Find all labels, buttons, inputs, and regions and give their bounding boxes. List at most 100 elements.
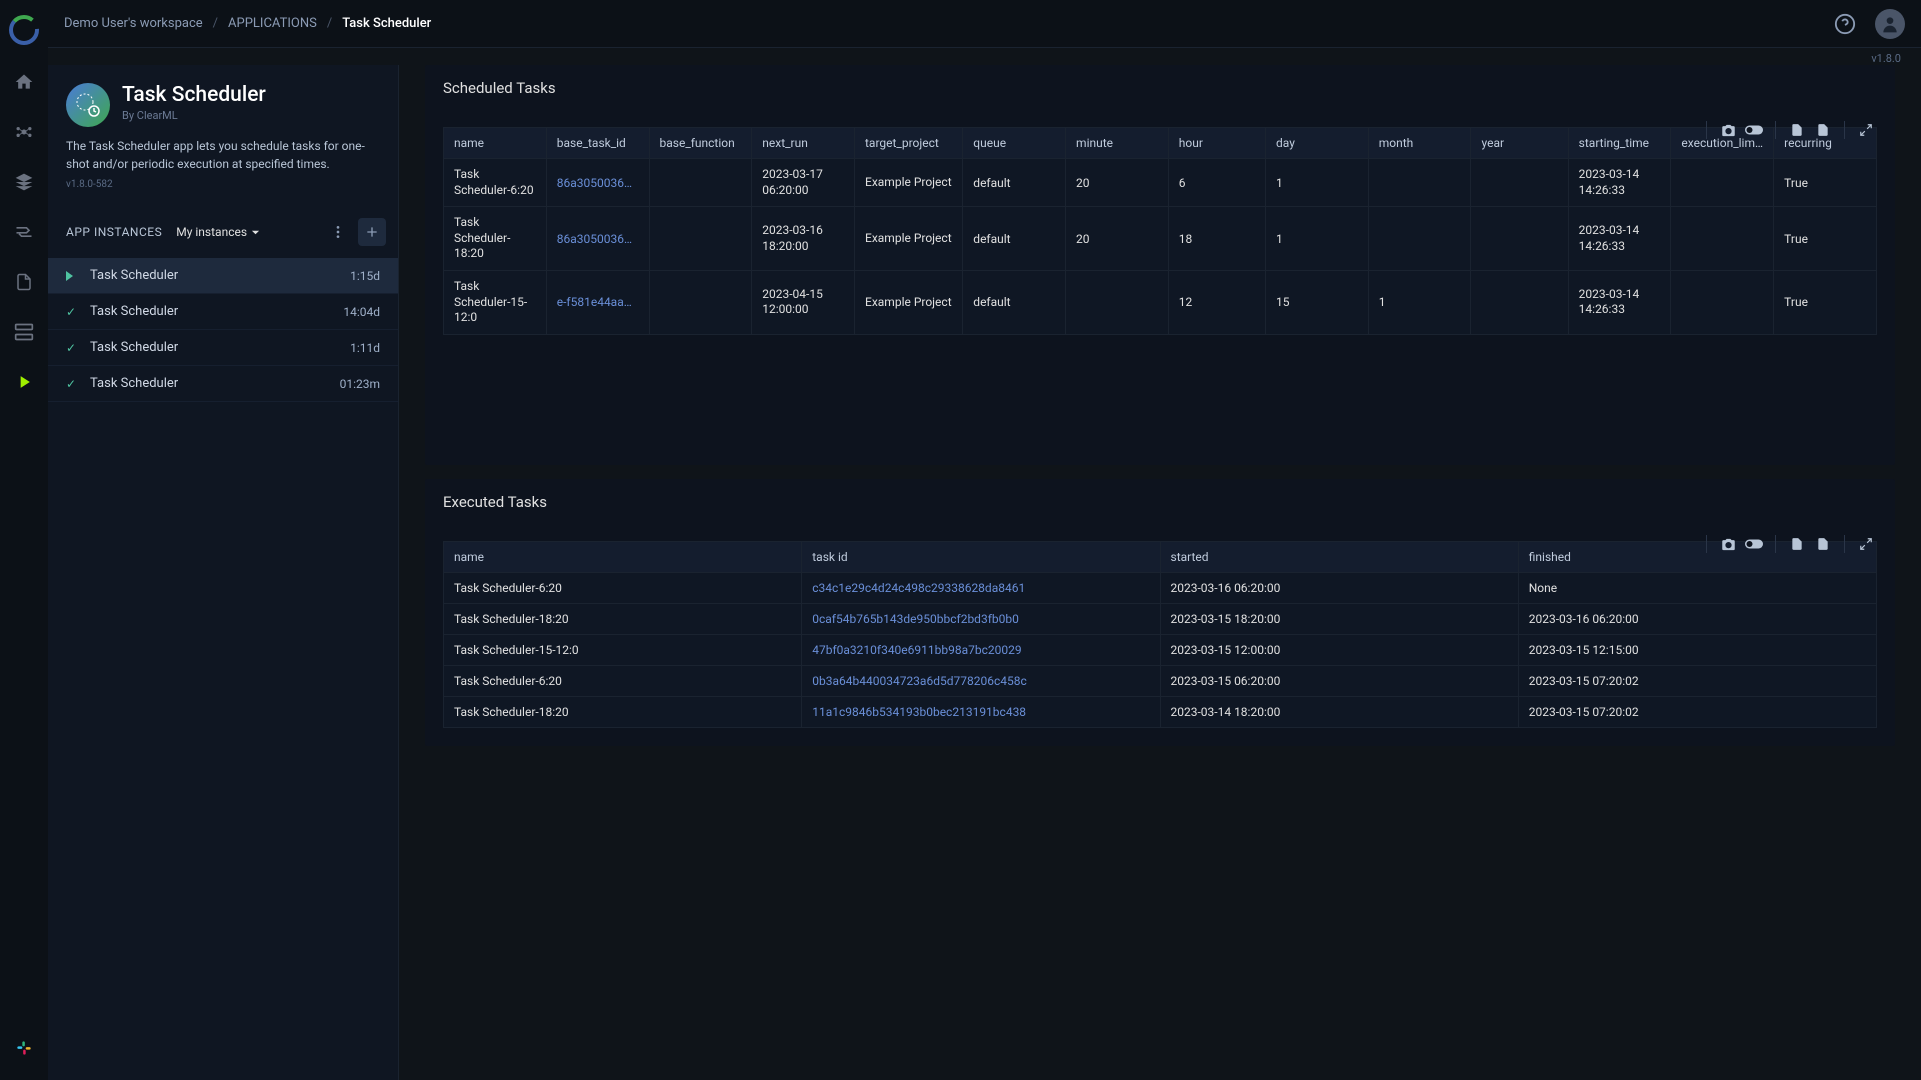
breadcrumb-sep: / <box>327 16 332 31</box>
home-icon[interactable] <box>8 66 40 98</box>
version-label: v1.8.0 <box>48 48 1921 65</box>
breadcrumb-applications[interactable]: APPLICATIONS <box>228 16 317 31</box>
column-header[interactable]: starting_time <box>1568 128 1671 159</box>
app-logo[interactable] <box>6 12 42 48</box>
app-author: By ClearML <box>122 109 266 122</box>
column-header[interactable]: base_function <box>649 128 752 159</box>
cell-name: Task Scheduler-18:20 <box>444 207 547 271</box>
cell-name: Task Scheduler-18:20 <box>444 604 802 635</box>
cell-finished: 2023-03-15 12:15:00 <box>1518 635 1876 666</box>
cell-day: 1 <box>1265 159 1368 207</box>
toggle-icon[interactable] <box>1743 119 1765 141</box>
column-header[interactable]: name <box>444 128 547 159</box>
cell-year <box>1471 207 1568 271</box>
instance-time: 14:04d <box>343 305 380 319</box>
instances-filter-dropdown[interactable]: My instances <box>176 225 260 239</box>
cell-starting_time: 2023-03-14 14:26:33 <box>1568 270 1671 334</box>
slack-icon[interactable] <box>8 1032 40 1064</box>
help-icon[interactable] <box>1831 10 1859 38</box>
cell-started: 2023-03-14 18:20:00 <box>1160 697 1518 728</box>
column-header[interactable]: year <box>1471 128 1568 159</box>
add-instance-button[interactable] <box>358 218 386 246</box>
cell-month <box>1368 207 1471 271</box>
column-header[interactable]: task id <box>802 542 1160 573</box>
column-header[interactable]: next_run <box>752 128 855 159</box>
cell-started: 2023-03-16 06:20:00 <box>1160 573 1518 604</box>
breadcrumb-sep: / <box>213 16 218 31</box>
table-row[interactable]: Task Scheduler-6:200b3a64b440034723a6d5d… <box>444 666 1877 697</box>
instance-item[interactable]: ✓Task Scheduler14:04d <box>48 294 398 330</box>
cell-task_id: 11a1c9846b534193b0bec213191bc438 <box>802 697 1160 728</box>
table-row[interactable]: Task Scheduler-15-12:0e-f581e44aa3ee2023… <box>444 270 1877 334</box>
expand-icon[interactable] <box>1855 533 1877 555</box>
cell-queue: default <box>963 270 1066 334</box>
download-csv-icon[interactable] <box>1786 119 1808 141</box>
cell-recurring: True <box>1774 159 1877 207</box>
table-row[interactable]: Task Scheduler-18:200caf54b765b143de950b… <box>444 604 1877 635</box>
camera-icon[interactable] <box>1717 119 1739 141</box>
cell-year <box>1471 159 1568 207</box>
check-icon: ✓ <box>66 305 84 319</box>
app-version: v1.8.0-582 <box>66 179 380 190</box>
table-row[interactable]: Task Scheduler-18:2086a3050036a642023-03… <box>444 207 1877 271</box>
instances-menu-button[interactable] <box>324 218 352 246</box>
breadcrumb: Demo User's workspace / APPLICATIONS / T… <box>64 16 431 31</box>
table-row[interactable]: Task Scheduler-6:2086a3050036a64 2023-03-… <box>444 159 1877 207</box>
cell-next_run: 2023-03-17 06:20:00 <box>752 159 855 207</box>
column-header[interactable]: month <box>1368 128 1471 159</box>
column-header[interactable]: target_project <box>855 128 963 159</box>
cell-execution_limit_hours <box>1671 207 1774 271</box>
cell-queue: default <box>963 207 1066 271</box>
breadcrumb-workspace[interactable]: Demo User's workspace <box>64 16 203 31</box>
cell-finished: 2023-03-15 07:20:02 <box>1518 697 1876 728</box>
cell-hour: 12 <box>1168 270 1265 334</box>
cell-day: 15 <box>1265 270 1368 334</box>
cell-base_function <box>649 270 752 334</box>
check-icon: ✓ <box>66 377 84 391</box>
instance-time: 1:11d <box>350 341 380 355</box>
instance-item[interactable]: ✓ Task Scheduler 1:11d <box>48 330 398 366</box>
table-row[interactable]: Task Scheduler-6:20c34c1e29c4d24c498c293… <box>444 573 1877 604</box>
flow-icon[interactable] <box>8 216 40 248</box>
check-icon: ✓ <box>66 341 84 355</box>
cell-started: 2023-03-15 06:20:00 <box>1160 666 1518 697</box>
instance-item[interactable]: Task Scheduler1:15d <box>48 258 398 294</box>
document-icon[interactable] <box>8 266 40 298</box>
cell-execution_limit_hours <box>1671 159 1774 207</box>
download-json-icon[interactable] <box>1812 119 1834 141</box>
cell-starting_time: 2023-03-14 14:26:33 <box>1568 159 1671 207</box>
brain-icon[interactable] <box>8 116 40 148</box>
column-header[interactable]: day <box>1265 128 1368 159</box>
cell-base_task_id: 86a3050036a64 <box>546 207 649 271</box>
table-row[interactable]: Task Scheduler-18:2011a1c9846b534193b0be… <box>444 697 1877 728</box>
column-header[interactable]: started <box>1160 542 1518 573</box>
cell-base_task_id: e-f581e44aa3ee <box>546 270 649 334</box>
cell-day: 1 <box>1265 207 1368 271</box>
apps-icon[interactable] <box>8 366 40 398</box>
column-header[interactable]: name <box>444 542 802 573</box>
toggle-icon[interactable] <box>1743 533 1765 555</box>
download-csv-icon[interactable] <box>1786 533 1808 555</box>
topbar: Demo User's workspace / APPLICATIONS / T… <box>48 0 1921 48</box>
table-row[interactable]: Task Scheduler-15-12:047bf0a3210f340e691… <box>444 635 1877 666</box>
app-title: Task Scheduler <box>122 83 266 107</box>
user-avatar[interactable] <box>1875 9 1905 39</box>
cell-task_id: 0b3a64b440034723a6d5d778206c458c <box>802 666 1160 697</box>
layers-icon[interactable] <box>8 166 40 198</box>
column-header[interactable]: queue <box>963 128 1066 159</box>
cell-base_task_id: 86a3050036a64 <box>546 159 649 207</box>
column-header[interactable]: base_task_id <box>546 128 649 159</box>
column-header[interactable]: hour <box>1168 128 1265 159</box>
expand-icon[interactable] <box>1855 119 1877 141</box>
column-header[interactable]: minute <box>1066 128 1169 159</box>
instance-item[interactable]: ✓Task Scheduler01:23m <box>48 366 398 402</box>
scheduled-tasks-table: namebase_task_idbase_functionnext_runtar… <box>443 127 1877 335</box>
cell-name: Task Scheduler-15-12:0 <box>444 635 802 666</box>
cell-name: Task Scheduler-6:20 <box>444 159 547 207</box>
instance-name: Task Scheduler <box>90 340 178 355</box>
download-json-icon[interactable] <box>1812 533 1834 555</box>
camera-icon[interactable] <box>1717 533 1739 555</box>
server-icon[interactable] <box>8 316 40 348</box>
instance-name: Task Scheduler <box>90 268 178 283</box>
executed-tasks-card: Executed Tasks nametask idstartedfinishe… <box>425 479 1895 746</box>
